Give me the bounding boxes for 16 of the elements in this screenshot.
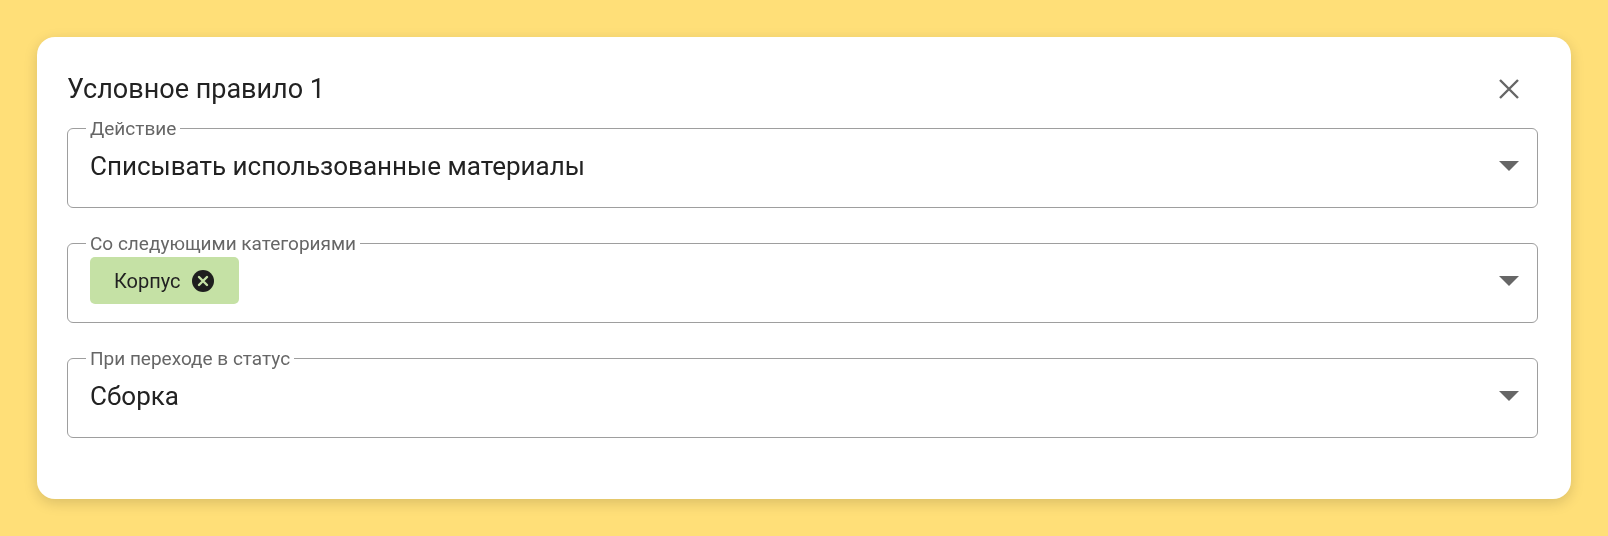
select-field[interactable]: При переходе в статус Сборка [67, 349, 1538, 438]
multi-select-field[interactable]: Со следующими категориями Корпус [67, 234, 1538, 323]
remove-icon[interactable] [190, 268, 215, 293]
field-label: Действие [89, 119, 178, 138]
category-chip[interactable]: Корпус [90, 257, 239, 304]
field-value: Сборка [90, 380, 180, 411]
dialog-title: Условное правило 1 [67, 73, 325, 105]
field-label: При переходе в статус [89, 349, 292, 368]
field-label: Со следующими категориями [89, 234, 358, 253]
chip-label: Корпус [114, 268, 181, 293]
dropdown-caret-icon[interactable] [1499, 390, 1519, 401]
field-value: Списывать использованные материалы [90, 150, 586, 181]
select-field[interactable]: Действие Списывать использованные материалы [67, 119, 1538, 208]
close-icon[interactable] [1498, 78, 1520, 100]
dropdown-caret-icon[interactable] [1499, 275, 1519, 286]
dropdown-caret-icon[interactable] [1499, 160, 1519, 171]
